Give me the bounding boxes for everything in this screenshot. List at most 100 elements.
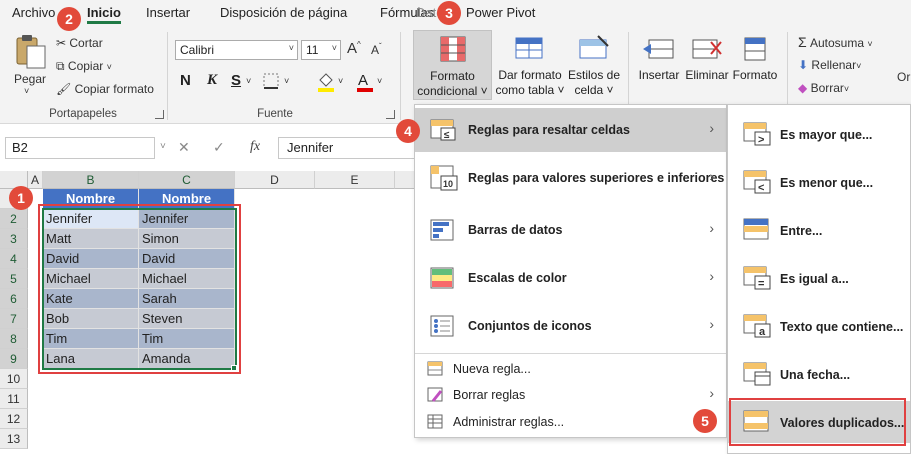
column-header-d[interactable]: D [235,171,315,189]
row-header-3[interactable]: 3 [0,229,28,249]
tab-power-pivot[interactable]: Power Pivot [466,5,535,20]
conditional-format-button[interactable]: Formato condicional ˅ [413,30,492,100]
between-icon [743,218,769,240]
tab-archivo[interactable]: Archivo [12,5,55,20]
insert-function-icon[interactable]: fx [250,139,260,155]
row-header-11[interactable]: 11 [0,389,28,409]
row-header-10[interactable]: 10 [0,369,28,389]
highlight-rules-submenu: > Es mayor que... < Es menor que... Entr… [727,104,911,454]
copy-button[interactable]: ⧉ Copiar ˅ [56,59,112,74]
step-badge-2: 2 [57,7,81,31]
cancel-entry-icon[interactable]: ✕ [178,139,190,156]
svg-text:>: > [758,134,764,146]
confirm-entry-icon[interactable]: ✓ [213,139,225,156]
tab-insertar[interactable]: Insertar [146,5,190,20]
chevron-right-icon: › [709,120,714,136]
italic-button[interactable]: K [207,72,217,89]
svg-text:10: 10 [443,179,453,189]
underline-button[interactable]: S [231,72,241,89]
font-name-combo[interactable]: Calibri ˅ [175,40,298,60]
svg-text:A: A [358,72,368,89]
grow-font-icon[interactable]: A^ [347,40,361,57]
paste-icon[interactable] [14,34,48,73]
paste-button[interactable]: Pegar [14,72,46,86]
format-cells-button[interactable]: Formato [731,30,779,100]
manage-rules-icon [427,414,443,429]
step-badge-1: 1 [9,186,33,210]
font-size-combo[interactable]: 11 ˅ [301,40,341,60]
name-box-dropdown-icon[interactable]: ˅ [160,141,166,152]
less-than-icon: < [743,170,771,194]
greater-than-icon: > [743,122,771,146]
row-header-5[interactable]: 5 [0,269,28,289]
submenu-a-date[interactable]: Una fecha... [728,353,910,395]
format-painter-button[interactable]: 🖌 Copiar formato [56,82,154,96]
font-color-icon[interactable]: A [356,70,374,95]
submenu-text-contains[interactable]: a Texto que contiene... [728,305,910,347]
column-header-rest [395,171,415,189]
menu-separator [415,353,726,354]
top-bottom-icon: 10 [430,165,458,191]
row-header-9[interactable]: 9 [0,349,28,369]
row-header-4[interactable]: 4 [0,249,28,269]
shrink-font-icon[interactable]: Aˇ [371,42,382,57]
annotation-red-box-range [38,204,241,374]
menu-highlight-rules[interactable]: ≤ Reglas para resaltar celdas › [415,108,726,152]
svg-text:=: = [758,278,764,290]
row-header-13[interactable]: 13 [0,429,28,449]
svg-text:<: < [758,182,764,194]
row-header-8[interactable]: 8 [0,329,28,349]
highlight-rules-icon: ≤ [430,119,456,141]
cell-styles-button[interactable]: Estilos de celda ˅ [566,30,622,100]
column-header-b[interactable]: B [43,171,139,189]
svg-text:a: a [759,326,766,338]
submenu-equal-to[interactable]: = Es igual a... [728,257,910,299]
format-as-table-button[interactable]: Dar formato como tabla ˅ [494,30,566,100]
chevron-right-icon: › [709,220,714,236]
borders-icon[interactable] [262,72,280,93]
menu-top-bottom-rules[interactable]: 10 Reglas para valores superiores e infe… [415,156,726,200]
tab-inicio[interactable]: Inicio [87,5,121,24]
fill-button[interactable]: ⬇ Rellenar˅ [798,58,861,72]
step-badge-5: 5 [693,409,717,433]
menu-icon-sets[interactable]: Conjuntos de iconos › [415,304,726,348]
cut-button[interactable]: ✂ Cortar [56,36,103,50]
clear-button[interactable]: ◆ Borrar˅ [798,81,849,95]
new-rule-icon [427,361,443,376]
chevron-right-icon: › [709,385,714,401]
row-header-6[interactable]: 6 [0,289,28,309]
chevron-right-icon: › [709,168,714,184]
column-header-a[interactable]: A [28,171,43,189]
chevron-right-icon: › [709,268,714,284]
row-header-12[interactable]: 12 [0,409,28,429]
delete-cells-button[interactable]: Eliminar [682,30,732,100]
bold-button[interactable]: N [180,72,191,89]
group-font-label: Fuente [257,108,293,120]
menu-new-rule[interactable]: Nueva regla... [415,357,726,381]
icon-sets-icon [430,315,454,337]
menu-clear-rules[interactable]: Borrar reglas › [415,383,726,407]
data-bars-icon [430,219,454,241]
column-header-e[interactable]: E [315,171,395,189]
autosum-button[interactable]: Σ Autosuma ˅ [798,34,873,50]
clear-rules-icon [427,387,443,402]
submenu-between[interactable]: Entre... [728,209,910,251]
insert-cells-button[interactable]: Insertar [634,30,684,100]
clipboard-launcher-icon[interactable] [155,110,164,119]
tab-disposicion[interactable]: Disposición de página [220,5,347,20]
name-box[interactable]: B2 [5,137,155,159]
menu-data-bars[interactable]: Barras de datos › [415,208,726,252]
submenu-less-than[interactable]: < Es menor que... [728,161,910,203]
row-header-2[interactable]: 2 [0,209,28,229]
sort-filter-label[interactable]: Or [897,70,910,84]
submenu-greater-than[interactable]: > Es mayor que... [728,113,910,155]
font-launcher-icon[interactable] [386,110,395,119]
conditional-format-menu: ≤ Reglas para resaltar celdas › 10 Regla… [414,104,727,438]
row-header-7[interactable]: 7 [0,309,28,329]
svg-text:≤: ≤ [444,130,450,141]
menu-manage-rules[interactable]: Administrar reglas... [415,410,726,434]
date-icon [743,362,771,386]
menu-color-scales[interactable]: Escalas de color › [415,256,726,300]
fill-color-icon[interactable] [316,70,336,95]
column-header-c[interactable]: C [139,171,235,189]
